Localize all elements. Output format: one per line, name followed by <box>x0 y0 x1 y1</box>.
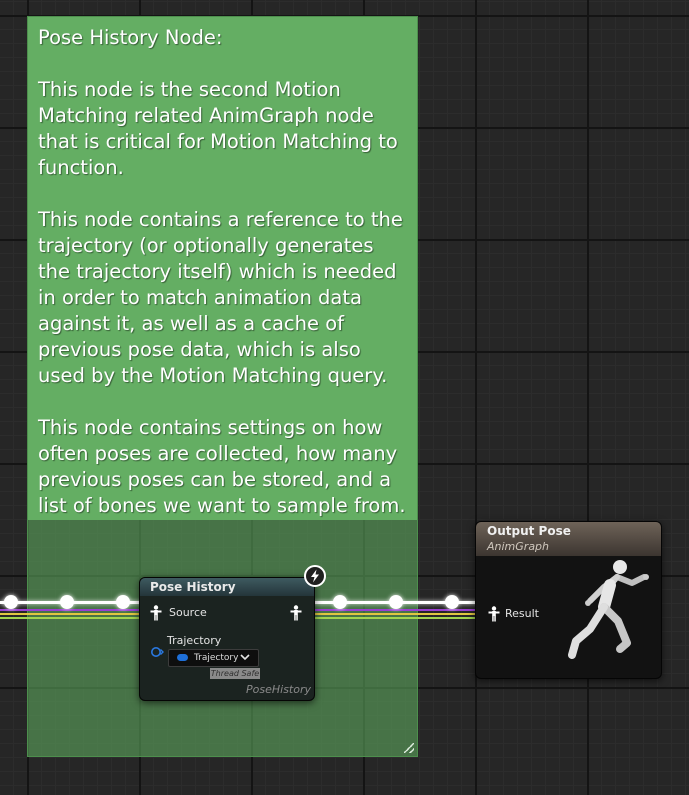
output-pose-title: Output Pose <box>487 524 571 538</box>
comment-text: Pose History Node: This node is the seco… <box>38 26 406 517</box>
pose-history-node-title: Pose History <box>150 580 236 594</box>
struct-pin-icon[interactable] <box>150 646 164 658</box>
chevron-down-icon <box>240 654 250 661</box>
thread-safe-label: Thread Safe <box>210 668 260 679</box>
wire-flow-dot <box>116 595 130 609</box>
output-pose-node-header[interactable]: Output Pose AnimGraph <box>476 522 661 556</box>
resize-grip-icon[interactable] <box>404 743 414 753</box>
wire-flow-dot <box>333 595 347 609</box>
pose-pin-icon[interactable] <box>150 605 162 621</box>
running-mannequin-icon <box>568 560 649 659</box>
wire-flow-dot <box>60 595 74 609</box>
trajectory-select[interactable]: Trajectory <box>168 649 259 667</box>
lightning-bolt-icon <box>304 565 326 587</box>
trajectory-pin-label: Trajectory <box>167 634 222 647</box>
trajectory-select-value: Trajectory <box>194 653 239 663</box>
pose-history-node-header[interactable]: Pose History <box>140 578 314 596</box>
comment-body: Pose History Node: This node is the seco… <box>28 17 417 520</box>
pose-pin-icon[interactable] <box>488 606 500 622</box>
source-pin-label: Source <box>169 606 207 619</box>
output-pose-subtitle: AnimGraph <box>487 540 550 553</box>
pose-history-footer-label: PoseHistory <box>246 683 311 696</box>
wire-flow-dot <box>445 595 459 609</box>
wire-flow-dot <box>389 595 403 609</box>
wire-flow-dot <box>4 595 18 609</box>
struct-type-icon <box>177 654 188 661</box>
pose-output-pin-icon[interactable] <box>290 605 302 621</box>
result-pin-label: Result <box>505 607 539 620</box>
